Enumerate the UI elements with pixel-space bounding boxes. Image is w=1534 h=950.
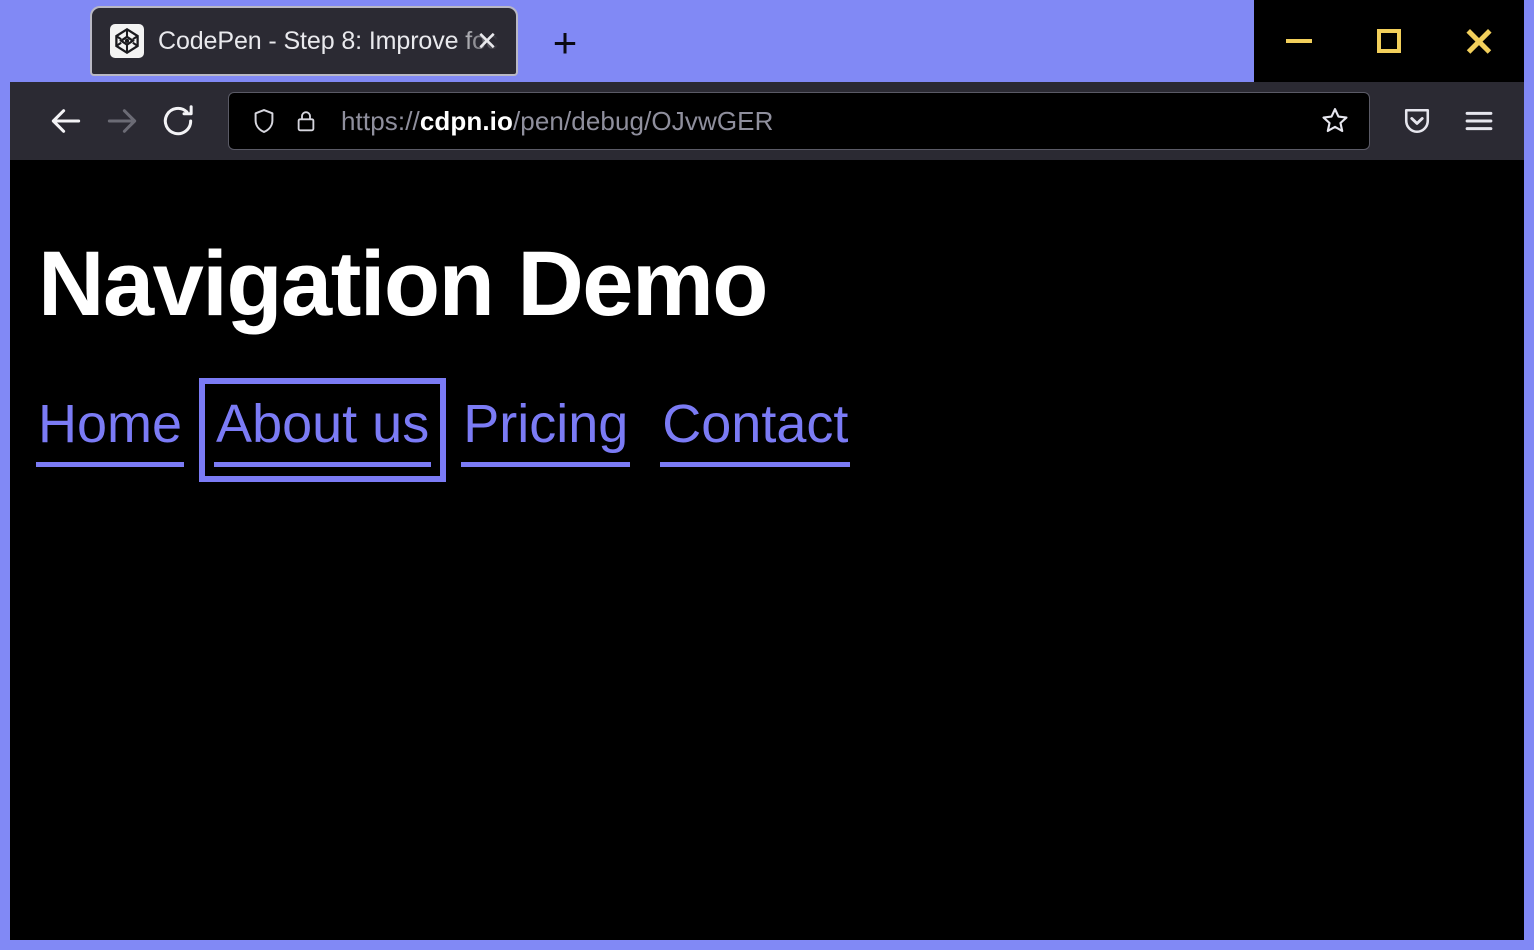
tab-title: CodePen - Step 8: Improve focu: [158, 27, 502, 56]
page-content: Navigation Demo Home About us Pricing Co…: [10, 160, 1524, 467]
pocket-icon: [1400, 104, 1434, 138]
toolbar-right-actions: [1386, 93, 1510, 149]
back-button[interactable]: [38, 93, 94, 149]
browser-window: CodePen - Step 8: Improve focu ✕ +: [0, 0, 1534, 950]
minimize-button[interactable]: [1254, 0, 1344, 82]
nav-link-pricing[interactable]: Pricing: [461, 393, 630, 467]
close-icon: [1464, 26, 1494, 56]
tab-close-icon[interactable]: ✕: [472, 26, 502, 56]
pocket-button[interactable]: [1386, 93, 1448, 149]
forward-arrow-icon: [103, 102, 141, 140]
maximize-button[interactable]: [1344, 0, 1434, 82]
codepen-favicon-icon: [110, 24, 144, 58]
url-path: /pen/debug/OJvwGER: [513, 106, 774, 136]
nav-link-about-us[interactable]: About us: [214, 393, 431, 467]
nav-link-home[interactable]: Home: [36, 393, 184, 467]
bookmark-star-icon[interactable]: [1315, 101, 1355, 141]
url-scheme: https://: [341, 106, 420, 136]
shield-icon[interactable]: [247, 104, 281, 138]
url-bar[interactable]: https://cdpn.io/pen/debug/OJvwGER: [228, 92, 1370, 150]
url-host: cdpn.io: [420, 106, 513, 136]
browser-tab-active[interactable]: CodePen - Step 8: Improve focu ✕: [90, 6, 518, 76]
app-menu-button[interactable]: [1448, 93, 1510, 149]
tab-list: CodePen - Step 8: Improve focu ✕ +: [0, 0, 596, 82]
page-title: Navigation Demo: [38, 236, 1524, 333]
close-window-button[interactable]: [1434, 0, 1524, 82]
maximize-icon: [1377, 29, 1401, 53]
navigation-toolbar: https://cdpn.io/pen/debug/OJvwGER: [10, 82, 1524, 160]
lock-icon[interactable]: [289, 104, 323, 138]
reload-icon: [159, 102, 197, 140]
url-text[interactable]: https://cdpn.io/pen/debug/OJvwGER: [341, 106, 1315, 137]
minimize-icon: [1286, 39, 1312, 43]
tab-strip: CodePen - Step 8: Improve focu ✕ +: [0, 0, 1534, 82]
hamburger-menu-icon: [1462, 104, 1496, 138]
forward-button[interactable]: [94, 93, 150, 149]
nav-link-contact[interactable]: Contact: [660, 393, 850, 467]
back-arrow-icon: [47, 102, 85, 140]
reload-button[interactable]: [150, 93, 206, 149]
window-controls: [1254, 0, 1524, 82]
page-viewport: Navigation Demo Home About us Pricing Co…: [10, 160, 1524, 940]
new-tab-button[interactable]: +: [534, 12, 596, 74]
site-navigation: Home About us Pricing Contact: [36, 393, 1524, 467]
